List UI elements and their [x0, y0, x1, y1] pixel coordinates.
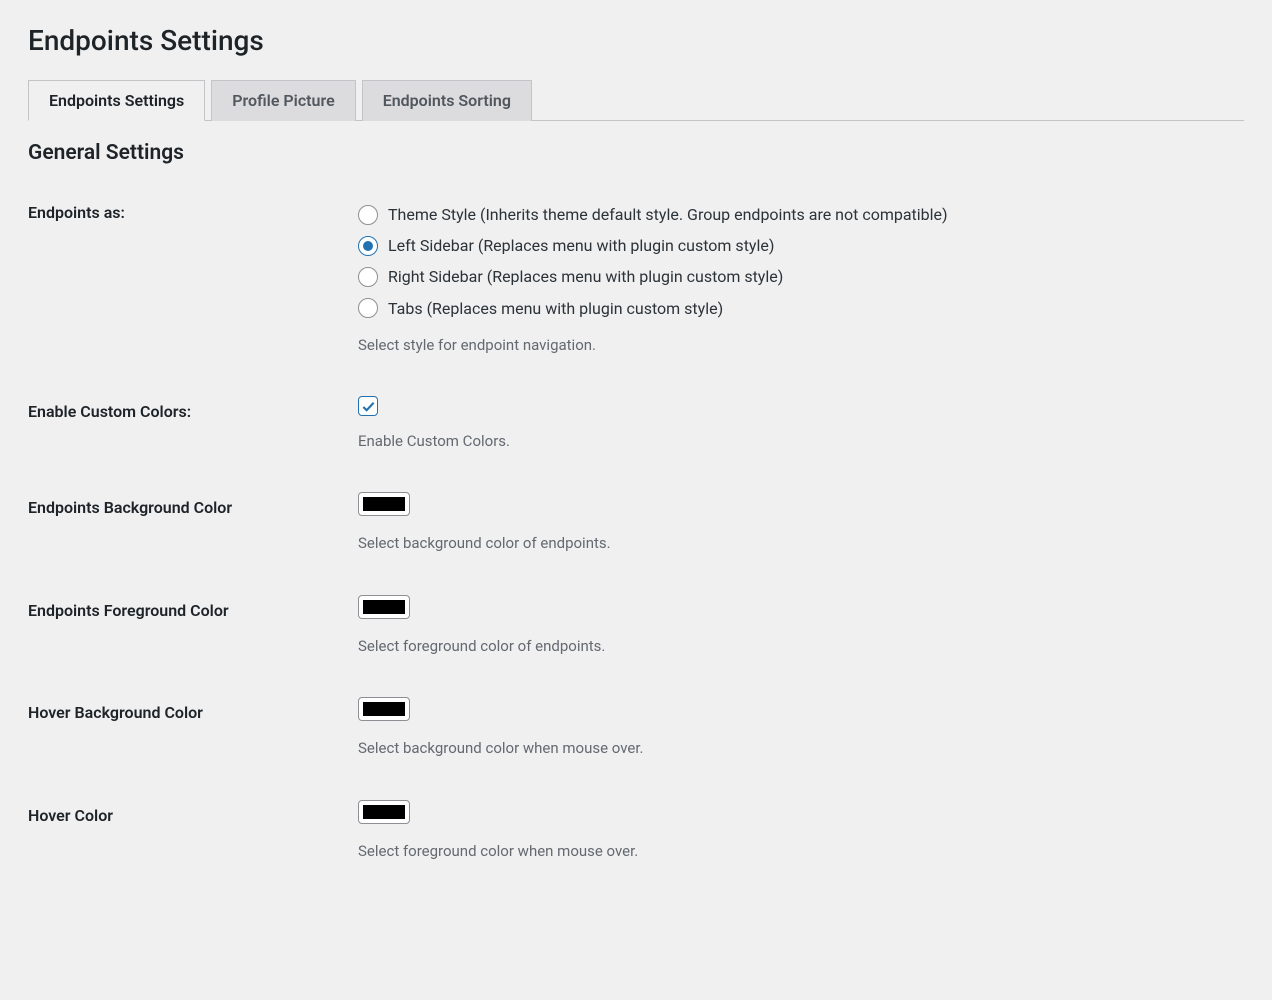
color-swatch-inner: [363, 805, 405, 819]
page-title: Endpoints Settings: [28, 24, 1244, 57]
color-swatch-inner: [363, 600, 405, 614]
field-fg-color: Select foreground color of endpoints.: [358, 595, 1244, 658]
row-hover-bg: Hover Background Color Select background…: [28, 677, 1244, 780]
radio-item-right-sidebar[interactable]: Right Sidebar (Replaces menu with plugin…: [358, 263, 1244, 290]
tab-endpoints-sorting[interactable]: Endpoints Sorting: [362, 80, 532, 121]
row-enable-custom-colors: Enable Custom Colors: Enable Custom Colo…: [28, 376, 1244, 472]
field-endpoints-as: Theme Style (Inherits theme default styl…: [358, 201, 1244, 356]
row-hover-color: Hover Color Select foreground color when…: [28, 780, 1244, 883]
row-bg-color: Endpoints Background Color Select backgr…: [28, 472, 1244, 575]
tab-endpoints-settings[interactable]: Endpoints Settings: [28, 80, 205, 121]
radio-item-left-sidebar[interactable]: Left Sidebar (Replaces menu with plugin …: [358, 232, 1244, 259]
radio-icon: [358, 205, 378, 225]
description-hover-color: Select foreground color when mouse over.: [358, 840, 1244, 863]
description-enable-custom-colors: Enable Custom Colors.: [358, 430, 1244, 453]
field-hover-bg: Select background color when mouse over.: [358, 697, 1244, 760]
description-fg-color: Select foreground color of endpoints.: [358, 635, 1244, 658]
field-enable-custom-colors: Enable Custom Colors.: [358, 396, 1244, 452]
color-picker-hover-color[interactable]: [358, 800, 410, 824]
checkbox-enable-custom-colors[interactable]: [358, 396, 378, 416]
color-picker-fg[interactable]: [358, 595, 410, 619]
radio-group-endpoints-as: Theme Style (Inherits theme default styl…: [358, 201, 1244, 322]
color-swatch-inner: [363, 702, 405, 716]
radio-icon: [358, 236, 378, 256]
field-hover-color: Select foreground color when mouse over.: [358, 800, 1244, 863]
label-enable-custom-colors: Enable Custom Colors:: [28, 396, 358, 421]
radio-icon: [358, 267, 378, 287]
radio-label: Theme Style (Inherits theme default styl…: [388, 201, 948, 228]
description-hover-bg: Select background color when mouse over.: [358, 737, 1244, 760]
label-hover-color: Hover Color: [28, 800, 358, 825]
row-endpoints-as: Endpoints as: Theme Style (Inherits them…: [28, 189, 1244, 376]
tab-profile-picture[interactable]: Profile Picture: [211, 80, 355, 121]
description-bg-color: Select background color of endpoints.: [358, 532, 1244, 555]
section-title: General Settings: [28, 141, 1244, 165]
label-bg-color: Endpoints Background Color: [28, 492, 358, 517]
radio-label: Tabs (Replaces menu with plugin custom s…: [388, 295, 723, 322]
color-picker-hover-bg[interactable]: [358, 697, 410, 721]
radio-item-tabs[interactable]: Tabs (Replaces menu with plugin custom s…: [358, 295, 1244, 322]
form-table: Endpoints as: Theme Style (Inherits them…: [28, 189, 1244, 882]
nav-tabs: Endpoints Settings Profile Picture Endpo…: [28, 79, 1244, 121]
field-bg-color: Select background color of endpoints.: [358, 492, 1244, 555]
label-endpoints-as: Endpoints as:: [28, 201, 358, 222]
description-endpoints-as: Select style for endpoint navigation.: [358, 334, 1244, 357]
label-hover-bg: Hover Background Color: [28, 697, 358, 722]
color-swatch-inner: [363, 497, 405, 511]
label-fg-color: Endpoints Foreground Color: [28, 595, 358, 620]
color-picker-bg[interactable]: [358, 492, 410, 516]
check-icon: [361, 399, 376, 414]
row-fg-color: Endpoints Foreground Color Select foregr…: [28, 575, 1244, 678]
radio-item-theme-style[interactable]: Theme Style (Inherits theme default styl…: [358, 201, 1244, 228]
radio-icon: [358, 298, 378, 318]
radio-label: Right Sidebar (Replaces menu with plugin…: [388, 263, 783, 290]
radio-label: Left Sidebar (Replaces menu with plugin …: [388, 232, 774, 259]
